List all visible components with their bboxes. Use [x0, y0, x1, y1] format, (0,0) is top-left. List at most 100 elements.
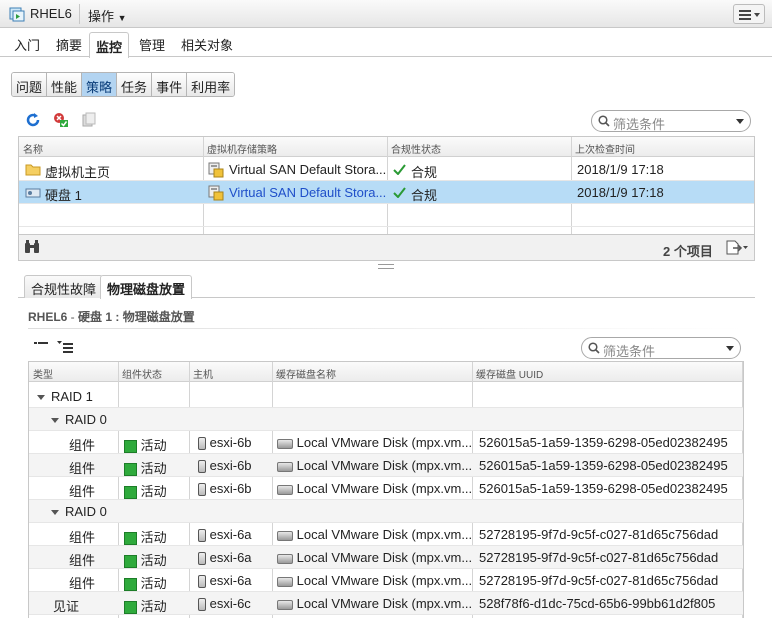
collapse-all-icon[interactable]	[33, 340, 49, 352]
row-uuid: 528f78f6-d1dc-75cd-65b6-99bb61d2f805	[479, 596, 716, 611]
row-host: esxi-6a	[209, 550, 252, 565]
subtab-issues[interactable]: 问题	[12, 73, 48, 96]
placement-table: 类型 组件状态 主机 缓存磁盘名称 缓存磁盘 UUID RAID 1 RAID …	[28, 361, 744, 618]
placement-sep: -	[67, 310, 79, 324]
column-header-last-check[interactable]: 上次检查时间	[575, 141, 635, 156]
row-status: 合规	[411, 188, 438, 203]
binoculars-icon[interactable]	[24, 240, 40, 254]
subtab-tasks[interactable]: 任务	[117, 73, 153, 96]
row-state: 活动	[140, 438, 167, 453]
tree-row-raid0[interactable]: RAID 0	[29, 500, 743, 523]
table-footer: 2 个项目	[19, 234, 754, 260]
row-disk: Local VMware Disk (mpx.vm...	[296, 596, 473, 611]
policy-filter-input[interactable]: 筛选条件	[591, 110, 751, 132]
row-name: 硬盘 1	[45, 188, 82, 203]
expand-arrow-icon[interactable]	[51, 418, 59, 424]
host-icon	[198, 460, 206, 474]
tab-summary[interactable]: 摘要	[56, 35, 82, 54]
subtab-utilization[interactable]: 利用率	[187, 73, 235, 96]
panel-splitter[interactable]	[378, 264, 394, 269]
row-state: 活动	[140, 484, 167, 499]
placement-vm: RHEL6	[28, 310, 68, 324]
disk-icon	[277, 576, 293, 587]
disk-icon	[277, 461, 293, 472]
policy-table: 名称 虚拟机存储策略 合规性状态 上次检查时间 虚拟机主页 Virtual SA…	[18, 136, 755, 261]
tree-row-component[interactable]: 组件 活动 esxi-6b Local VMware Disk (mpx.vm.…	[29, 477, 743, 500]
subtab-performance[interactable]: 性能	[47, 73, 83, 96]
refresh-icon[interactable]	[25, 112, 41, 128]
active-status-icon	[124, 486, 137, 500]
expand-all-icon[interactable]	[56, 340, 74, 354]
row-type: RAID 0	[51, 412, 107, 427]
tab-physical-disk-placement[interactable]: 物理磁盘放置	[100, 275, 193, 299]
active-status-icon	[124, 440, 137, 454]
column-header-host[interactable]: 主机	[193, 366, 213, 381]
active-status-icon	[124, 532, 137, 546]
placement-filter-input[interactable]: 筛选条件	[581, 337, 741, 359]
storage-policy-icon	[208, 185, 224, 201]
expand-arrow-icon[interactable]	[37, 395, 45, 401]
disk-icon	[277, 599, 293, 610]
title-bar: RHEL6 操作 ▼	[0, 0, 772, 28]
row-type: 组件	[69, 553, 96, 568]
subtab-events[interactable]: 事件	[152, 73, 188, 96]
row-disk: Local VMware Disk (mpx.vm...	[296, 435, 473, 450]
chevron-down-icon[interactable]	[726, 346, 734, 351]
tab-compliance-failures[interactable]: 合规性故障	[24, 275, 104, 298]
export-icon[interactable]	[725, 240, 749, 255]
row-state: 活动	[140, 599, 167, 614]
column-header-cache-disk-uuid[interactable]: 缓存磁盘 UUID	[476, 366, 543, 381]
folder-icon	[25, 164, 41, 176]
column-header-name[interactable]: 名称	[23, 141, 43, 156]
tab-getting-started[interactable]: 入门	[14, 35, 40, 54]
row-policy: Virtual SAN Default Stora...	[229, 162, 387, 177]
column-header-type[interactable]: 类型	[33, 366, 53, 381]
tree-row-raid0[interactable]: RAID 0	[29, 408, 743, 431]
row-state: 活动	[140, 461, 167, 476]
active-status-icon	[124, 555, 137, 569]
row-type: 见证	[53, 599, 80, 614]
active-status-icon	[124, 463, 137, 477]
tab-monitor[interactable]: 监控	[89, 32, 130, 58]
tab-related-objects[interactable]: 相关对象	[181, 35, 233, 54]
reapply-policy-icon[interactable]	[81, 112, 97, 128]
tree-row-component[interactable]: 组件 活动 esxi-6a Local VMware Disk (mpx.vm.…	[29, 523, 743, 546]
column-header-cache-disk-name[interactable]: 缓存磁盘名称	[276, 366, 336, 381]
menu-button[interactable]	[733, 4, 765, 24]
row-time: 2018/1/9 17:18	[577, 162, 664, 177]
search-icon	[598, 115, 610, 127]
main-tabs: 入门 摘要 监控 管理 相关对象	[0, 29, 772, 58]
expand-arrow-icon[interactable]	[51, 510, 59, 516]
tree-row-component[interactable]: 组件 活动 esxi-6a Local VMware Disk (mpx.vm.…	[29, 569, 743, 592]
row-host: esxi-6c	[209, 596, 251, 611]
subtab-policies[interactable]: 策略	[82, 73, 118, 96]
row-type: 组件	[69, 461, 96, 476]
actions-menu[interactable]: 操作 ▼	[88, 6, 127, 25]
title-divider	[28, 328, 744, 329]
table-header: 类型 组件状态 主机 缓存磁盘名称 缓存磁盘 UUID	[29, 362, 743, 382]
row-uuid: 52728195-9f7d-9c5f-c027-81d65c756dad	[479, 573, 719, 588]
row-uuid: 526015a5-1a59-1359-6298-05ed02382495	[479, 435, 728, 450]
column-header-compliance[interactable]: 合规性状态	[391, 141, 441, 156]
tree-row-component[interactable]: 组件 活动 esxi-6a Local VMware Disk (mpx.vm.…	[29, 546, 743, 569]
table-row[interactable]: 虚拟机主页 Virtual SAN Default Stora... 合规 20…	[19, 158, 754, 181]
row-host: esxi-6a	[209, 573, 252, 588]
row-policy-link[interactable]: Virtual SAN Default Stora...	[229, 185, 386, 200]
tree-row-component[interactable]: 组件 活动 esxi-6b Local VMware Disk (mpx.vm.…	[29, 454, 743, 477]
row-host: esxi-6b	[209, 435, 252, 450]
table-row-selected[interactable]: 硬盘 1 Virtual SAN Default Stora... 合规 201…	[19, 181, 754, 204]
row-state: 活动	[140, 553, 167, 568]
column-header-policy[interactable]: 虚拟机存储策略	[207, 141, 277, 156]
tree-row-raid1[interactable]: RAID 1	[29, 385, 743, 408]
column-header-component-state[interactable]: 组件状态	[122, 366, 162, 381]
tree-row-component[interactable]: 组件 活动 esxi-6b Local VMware Disk (mpx.vm.…	[29, 431, 743, 454]
host-icon	[198, 483, 206, 497]
filter-placeholder: 筛选条件	[603, 344, 656, 359]
tab-manage[interactable]: 管理	[139, 35, 165, 54]
storage-policy-icon	[208, 162, 224, 178]
check-compliance-icon[interactable]	[53, 112, 69, 128]
chevron-down-icon[interactable]	[736, 119, 744, 124]
tree-row-witness[interactable]: 见证 活动 esxi-6c Local VMware Disk (mpx.vm.…	[29, 592, 743, 615]
row-type-label: RAID 1	[51, 389, 93, 404]
row-name: 虚拟机主页	[45, 165, 111, 180]
